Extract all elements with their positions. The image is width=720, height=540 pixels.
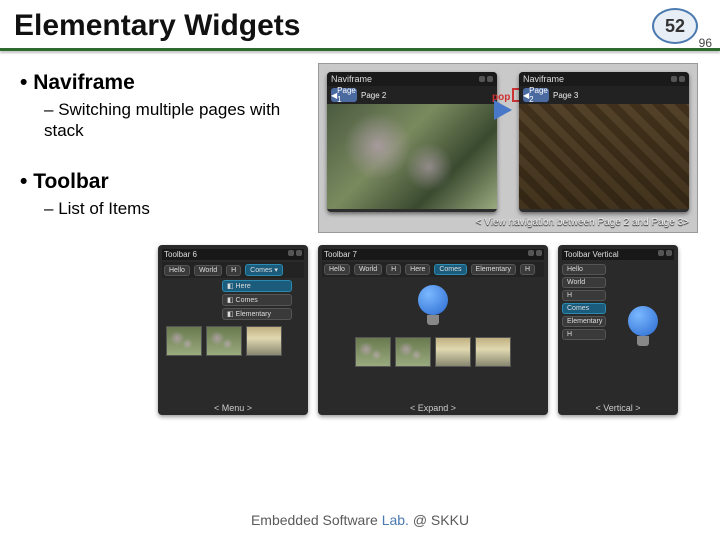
page-title-label: Page 3 [553, 91, 578, 100]
menu-item[interactable]: ◧ Elementary [222, 308, 292, 320]
toolbar-row: Hello World H Comes ▾ [162, 262, 304, 278]
back-button[interactable]: ◀ Page 2 [523, 88, 549, 102]
close-icon [679, 76, 685, 82]
toolbar-row: Hello World H Here Comes Elementary H [322, 262, 544, 277]
window-title: Toolbar 6 [164, 250, 197, 259]
thumbnail [246, 326, 282, 356]
bulb-icon [407, 283, 459, 327]
thumbnail [206, 326, 242, 356]
dropdown-menu: ◧ Here ◧ Comes ◧ Elementary [222, 278, 304, 322]
toolbar-item[interactable]: World [354, 264, 382, 275]
thumbnail-grid [162, 322, 304, 360]
footer-suffix: @ SKKU [409, 512, 469, 528]
toolbar-window-expand: Toolbar 7 Hello World H Here Comes Eleme… [318, 245, 548, 415]
naviframe-caption: < View navigation between Page 2 and Pag… [476, 217, 689, 228]
toolbar-item-selected[interactable]: Comes ▾ [245, 264, 283, 276]
bulb-icon [617, 304, 669, 348]
toolbar-item[interactable]: H [520, 264, 535, 275]
slide-body: Naviframe Switching multiple pages with … [0, 51, 720, 415]
thumbnail [355, 337, 391, 367]
thumbnail [435, 337, 471, 367]
window-title: Naviframe [331, 74, 372, 84]
close-icon [487, 76, 493, 82]
toolbar-item[interactable]: Hello [562, 264, 606, 275]
close-icon [666, 250, 672, 256]
toolbar-item-selected[interactable]: Comes [562, 303, 606, 314]
window-title: Naviframe [523, 74, 564, 84]
toolbar-item[interactable]: H [226, 265, 241, 276]
window-caption: < Menu > [158, 403, 308, 413]
subbullet-naviframe: Switching multiple pages with stack [44, 99, 310, 142]
minimize-icon [479, 76, 485, 82]
toolbar-figure: Toolbar 6 Hello World H Comes ▾ ◧ Here ◧… [158, 245, 698, 415]
toolbar-item[interactable]: World [194, 265, 222, 276]
minimize-icon [671, 76, 677, 82]
bullet-toolbar: Toolbar [20, 170, 310, 194]
close-icon [296, 250, 302, 256]
thumbnail [395, 337, 431, 367]
footer-lab: Lab. [382, 512, 409, 528]
toolbar-item[interactable]: Elementary [562, 316, 606, 327]
back-button[interactable]: ◀ Page 1 [331, 88, 357, 102]
minimize-icon [658, 250, 664, 256]
window-caption: < Expand > [318, 403, 548, 413]
window-title: Toolbar Vertical [564, 250, 619, 259]
bullet-naviframe: Naviframe [20, 71, 310, 95]
page-number-badge: 52 96 [652, 8, 706, 44]
slide-title: Elementary Widgets [14, 9, 300, 43]
toolbar-item[interactable]: Hello [164, 265, 190, 276]
toolbar-window-menu: Toolbar 6 Hello World H Comes ▾ ◧ Here ◧… [158, 245, 308, 415]
toolbar-vertical: Hello World H Comes Elementary H [562, 262, 608, 390]
slide-header: Elementary Widgets 52 96 [0, 0, 720, 46]
menu-item[interactable]: ◧ Here [222, 280, 292, 292]
toolbar-item[interactable]: H [562, 290, 606, 301]
toolbar-item[interactable]: H [386, 264, 401, 275]
subbullet-toolbar: List of Items [44, 198, 310, 219]
toolbar-item-selected[interactable]: Comes [434, 264, 466, 275]
window-title: Toolbar 7 [324, 250, 357, 259]
minimize-icon [528, 250, 534, 256]
content-image-stone [519, 104, 689, 209]
toolbar-item[interactable]: H [562, 329, 606, 340]
thumbnail [166, 326, 202, 356]
close-icon [536, 250, 542, 256]
naviframe-window-right: Naviframe ◀ Page 2 Page 3 [519, 72, 689, 212]
page-current: 52 [652, 8, 698, 44]
window-caption: < Vertical > [558, 403, 678, 413]
slide-footer: Embedded Software Lab. @ SKKU [0, 512, 720, 528]
toolbar-item[interactable]: World [562, 277, 606, 288]
menu-item[interactable]: ◧ Comes [222, 294, 292, 306]
naviframe-window-left: Naviframe ◀ Page 1 Page 2 [327, 72, 497, 212]
minimize-icon [288, 250, 294, 256]
arrow-right-icon [494, 100, 512, 120]
footer-prefix: Embedded Software [251, 512, 382, 528]
figure-column: Naviframe ◀ Page 1 Page 2 pop Naviframe [318, 63, 710, 415]
page-total: 96 [699, 36, 712, 50]
page-title-label: Page 2 [361, 91, 386, 100]
naviframe-figure: Naviframe ◀ Page 1 Page 2 pop Naviframe [318, 63, 698, 233]
toolbar-item[interactable]: Hello [324, 264, 350, 275]
toolbar-window-vertical: Toolbar Vertical Hello World H Comes Ele… [558, 245, 678, 415]
content-image-plant [327, 104, 497, 209]
toolbar-item[interactable]: Elementary [471, 264, 516, 275]
thumbnail-grid [322, 333, 544, 371]
toolbar-item[interactable]: Here [405, 264, 430, 275]
thumbnail [475, 337, 511, 367]
